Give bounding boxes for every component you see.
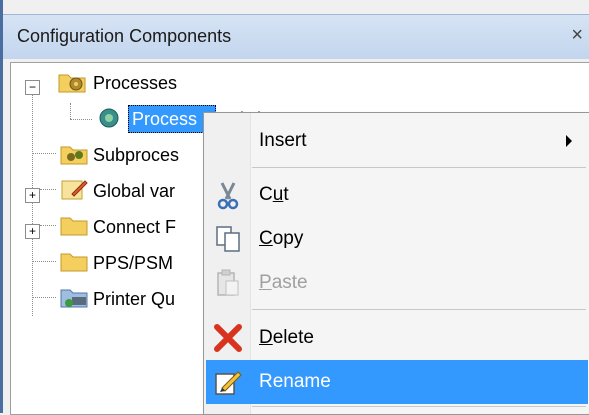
menu-item-cut[interactable]: Cut	[206, 173, 588, 217]
expand-toggle[interactable]: +	[25, 188, 40, 203]
tree-connector	[70, 103, 71, 119]
tree-item-pps-psm[interactable]: PPS/PSM	[93, 245, 173, 281]
menu-item-delete[interactable]: Delete	[206, 316, 588, 360]
folder-gear-icon	[58, 74, 86, 93]
pencil-notepad-icon	[61, 180, 88, 200]
tree-item-subprocesses[interactable]: Subproces	[93, 137, 179, 173]
menu-item-rename[interactable]: Rename	[206, 360, 588, 404]
tree-item-processes[interactable]: Processes	[93, 65, 177, 101]
tree-connector	[32, 297, 56, 298]
menu-item-paste: Paste	[206, 261, 588, 305]
delete-x-icon	[214, 324, 242, 352]
folder-gears-icon	[60, 146, 88, 165]
menu-item-label: Paste	[259, 272, 308, 293]
tree-connector	[32, 261, 56, 262]
process-gear-icon	[99, 108, 119, 128]
configuration-components-panel: Configuration Components × − Processes P…	[0, 0, 589, 415]
tree-item-connect[interactable]: Connect F	[93, 209, 176, 245]
submenu-arrow-icon	[566, 135, 572, 147]
tree-connector	[40, 225, 56, 226]
folder-icon	[60, 253, 88, 272]
tree-connector	[32, 153, 56, 154]
close-icon[interactable]: ×	[571, 24, 583, 47]
menu-item-label: Cut	[259, 184, 289, 205]
menu-item-label: Rename	[259, 371, 331, 392]
tree-connector	[70, 119, 92, 120]
collapse-toggle[interactable]: −	[25, 80, 40, 95]
menu-item-insert[interactable]: Insert	[206, 119, 588, 163]
menu-item-label: Copy	[259, 228, 304, 249]
menu-separator	[252, 167, 586, 168]
tree-item-printer-queue[interactable]: Printer Qu	[93, 281, 175, 317]
menu-separator	[252, 309, 586, 310]
context-menu: Insert Cut Copy Paste Delete Rename	[203, 112, 589, 415]
tree-item-global-variables[interactable]: Global var	[93, 173, 175, 209]
paste-icon	[217, 269, 239, 296]
copy-icon	[216, 226, 240, 252]
menu-separator	[252, 406, 586, 407]
folder-icon	[60, 217, 88, 236]
rename-icon	[215, 371, 242, 395]
menu-item-copy[interactable]: Copy	[206, 217, 588, 261]
scissors-icon	[217, 182, 239, 210]
tree-connector	[40, 189, 56, 190]
panel-title: Configuration Components	[17, 26, 232, 46]
menu-item-label: Insert	[259, 130, 307, 151]
panel-titlebar: Configuration Components ×	[3, 14, 589, 59]
menu-item-label: Delete	[259, 327, 314, 348]
printer-folder-icon	[60, 289, 88, 308]
window-edge	[0, 0, 3, 413]
expand-toggle[interactable]: +	[25, 224, 40, 239]
